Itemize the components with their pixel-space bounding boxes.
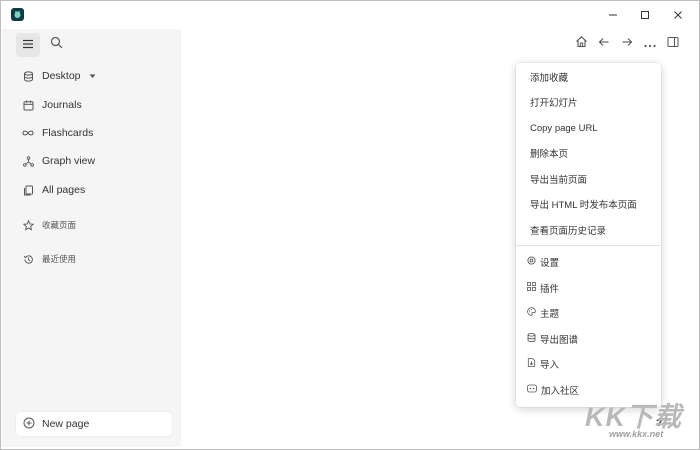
menu-item-delete-page[interactable]: 删除本页	[516, 142, 661, 164]
menu-item-label: 设置	[540, 258, 560, 269]
minimize-button[interactable]	[599, 4, 627, 26]
sidebar-item-all-pages[interactable]: All pages	[16, 178, 174, 202]
menu-item-label: 导出图谱	[540, 335, 579, 346]
sidebar-item-label: Flashcards	[42, 127, 94, 139]
menu-item-import[interactable]: 导入	[516, 353, 661, 375]
back-button[interactable]	[596, 36, 612, 52]
more-options-button[interactable]	[642, 36, 658, 52]
menu-item-join-community[interactable]: 加入社区	[516, 379, 661, 401]
pages-icon	[22, 184, 34, 196]
sidebar-item-desktop[interactable]: Desktop	[16, 64, 174, 88]
menu-item-label: 导入	[540, 360, 560, 371]
chevron-down-icon	[89, 70, 96, 82]
history-icon	[22, 253, 34, 265]
new-page-label: New page	[42, 418, 90, 430]
favorites-label: 收藏页面	[42, 220, 77, 230]
page-options-menu: 添加收藏 打开幻灯片 Copy page URL 删除本页 导出当前页面 导出 …	[516, 63, 661, 407]
sidebar-toolbar	[16, 33, 68, 57]
menu-item-publish-html[interactable]: 导出 HTML 时发布本页面	[516, 193, 661, 215]
sidebar-item-journals[interactable]: Journals	[16, 93, 174, 117]
app-logo-icon	[11, 8, 24, 21]
title-bar	[1, 1, 699, 29]
calendar-icon	[22, 99, 34, 111]
hamburger-icon	[22, 36, 34, 54]
palette-icon	[527, 307, 536, 319]
panel-right-icon	[667, 35, 679, 53]
menu-item-open-slides[interactable]: 打开幻灯片	[516, 91, 661, 113]
menu-item-add-favorite[interactable]: 添加收藏	[516, 66, 661, 88]
menu-item-themes[interactable]: 主题	[516, 302, 661, 324]
database-icon	[22, 70, 34, 82]
sidebar-item-label: Desktop	[42, 70, 81, 82]
sidebar-toggle-button[interactable]	[16, 33, 40, 57]
watermark-url: www.kkx.net	[609, 429, 664, 439]
menu-item-page-history[interactable]: 查看页面历史记录	[516, 219, 661, 241]
menu-item-export-page[interactable]: 导出当前页面	[516, 168, 661, 190]
sidebar-item-graph-view[interactable]: Graph view	[16, 149, 174, 173]
menu-item-copy-url[interactable]: Copy page URL	[516, 117, 661, 139]
close-button[interactable]	[664, 4, 692, 26]
star-icon	[22, 219, 34, 231]
menu-item-export-graph[interactable]: 导出图谱	[516, 328, 661, 350]
new-page-button[interactable]: New page	[16, 412, 172, 436]
forward-button[interactable]	[619, 36, 635, 52]
sidebar-section-favorites[interactable]: 收藏页面	[16, 213, 174, 237]
search-button[interactable]	[44, 33, 68, 57]
sidebar-section-recent[interactable]: 最近使用	[16, 247, 174, 271]
app-window: Desktop Journals Flashcards Graph view A…	[0, 0, 700, 450]
right-sidebar-toggle-button[interactable]	[665, 36, 681, 52]
sidebar-item-label: Graph view	[42, 155, 96, 167]
left-sidebar: Desktop Journals Flashcards Graph view A…	[2, 29, 181, 447]
more-dots-icon	[644, 35, 656, 53]
menu-item-settings[interactable]: 设置	[516, 251, 661, 273]
search-icon	[50, 36, 63, 54]
home-icon	[575, 35, 588, 53]
menu-item-plugins[interactable]: 插件	[516, 277, 661, 299]
home-button[interactable]	[573, 36, 589, 52]
settings-icon	[527, 256, 536, 268]
sidebar-item-label: Journals	[42, 99, 82, 111]
arrow-left-icon	[598, 35, 610, 53]
export-graph-icon	[527, 333, 536, 345]
menu-item-label: 主题	[540, 309, 560, 320]
graph-icon	[22, 155, 34, 167]
recent-label: 最近使用	[42, 254, 77, 264]
menu-separator	[516, 245, 661, 246]
help-button[interactable]: ?	[656, 418, 662, 429]
import-icon	[527, 358, 536, 370]
menu-item-label: 插件	[540, 284, 560, 295]
maximize-button[interactable]	[631, 4, 659, 26]
plugins-icon	[527, 282, 536, 294]
sidebar-item-flashcards[interactable]: Flashcards	[16, 121, 174, 145]
community-icon	[527, 384, 537, 396]
menu-item-label: 加入社区	[541, 386, 580, 397]
infinity-icon	[22, 127, 34, 139]
plus-circle-icon	[23, 417, 35, 432]
arrow-right-icon	[621, 35, 633, 53]
sidebar-item-label: All pages	[42, 184, 86, 196]
